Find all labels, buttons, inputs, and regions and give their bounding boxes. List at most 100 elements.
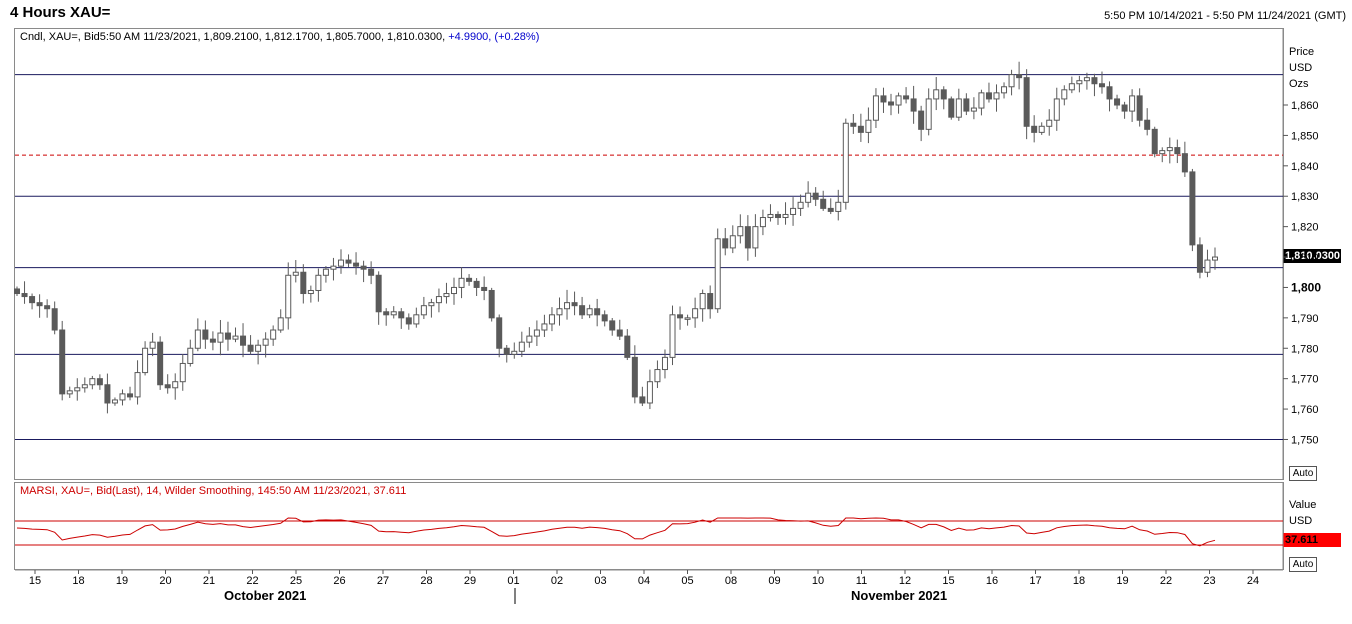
candle-body-up bbox=[315, 274, 322, 291]
candle-body-up bbox=[1008, 74, 1015, 88]
candle-body-down bbox=[1144, 119, 1151, 130]
candle-body-down bbox=[677, 314, 684, 319]
candle-body-up bbox=[699, 293, 706, 310]
candle-body-up bbox=[767, 213, 774, 219]
candle-body-down bbox=[368, 268, 375, 276]
candle-body-up bbox=[217, 332, 224, 343]
price-tick-label: 1,820 bbox=[1291, 222, 1319, 234]
candle-body-down bbox=[918, 110, 925, 130]
candle-body-up bbox=[413, 314, 420, 325]
x-tick-label: 15 bbox=[942, 575, 954, 587]
candle-body-down bbox=[812, 192, 819, 200]
candle-body-down bbox=[127, 393, 134, 398]
candle-body-down bbox=[888, 101, 895, 106]
candle-body-up bbox=[428, 302, 435, 307]
candle-body-up bbox=[1076, 80, 1083, 85]
candle-body-down bbox=[594, 308, 601, 316]
x-tick-label: 29 bbox=[464, 575, 476, 587]
candle-body-down bbox=[481, 286, 488, 291]
candle-body-down bbox=[405, 317, 412, 325]
candle-body-down bbox=[157, 341, 164, 386]
candle-body-down bbox=[722, 238, 729, 249]
candle-body-up bbox=[74, 387, 81, 392]
candle-body-down bbox=[616, 329, 623, 337]
candle-body-down bbox=[985, 92, 992, 100]
price-tick-label: 1,800 bbox=[1291, 280, 1321, 294]
candle-body-up bbox=[782, 213, 789, 219]
x-tick-label: 08 bbox=[725, 575, 737, 587]
candle-body-up bbox=[232, 335, 239, 340]
candle-body-down bbox=[827, 207, 834, 212]
x-tick-label: 20 bbox=[159, 575, 171, 587]
candle-body-up bbox=[1038, 125, 1045, 133]
candle-body-down bbox=[1031, 125, 1038, 133]
candle-body-down bbox=[579, 305, 586, 316]
candle-body-up bbox=[790, 207, 797, 215]
candle-body-up bbox=[187, 347, 194, 364]
candle-body-down bbox=[940, 89, 947, 100]
candle-body-down bbox=[601, 314, 608, 322]
candle-body-down bbox=[224, 332, 231, 340]
candle-body-up bbox=[451, 286, 458, 295]
price-tick-label: 1,850 bbox=[1291, 130, 1319, 142]
rsi-line bbox=[16, 517, 1216, 547]
candle-body-down bbox=[707, 293, 714, 310]
candle-body-down bbox=[1098, 83, 1105, 88]
candle-body-up bbox=[1212, 256, 1218, 261]
candle-body-up bbox=[518, 341, 525, 352]
candle-body-up bbox=[759, 217, 766, 228]
candle-body-down bbox=[880, 95, 887, 103]
x-tick-label: 16 bbox=[986, 575, 998, 587]
candle-body-down bbox=[1174, 147, 1181, 155]
candle-body-up bbox=[1046, 119, 1053, 127]
candle-body-up bbox=[933, 89, 940, 100]
x-tick-label: 01 bbox=[507, 575, 519, 587]
candle-body-down bbox=[488, 289, 495, 319]
candle-body-down bbox=[360, 265, 367, 270]
candle-body-up bbox=[277, 317, 284, 331]
month-label-november: November 2021 bbox=[851, 588, 948, 603]
candle-body-up bbox=[435, 296, 442, 304]
candle-body-down bbox=[624, 335, 631, 358]
candle-body-down bbox=[571, 302, 578, 307]
x-tick-label: 19 bbox=[1116, 575, 1128, 587]
candle-body-down bbox=[375, 274, 382, 313]
candle-body-up bbox=[1129, 95, 1136, 112]
candle-body-up bbox=[89, 378, 96, 386]
price-tick-label: 1,790 bbox=[1291, 313, 1319, 325]
candle-body-up bbox=[533, 329, 540, 337]
x-tick-label: 11 bbox=[856, 575, 867, 587]
candle-body-up bbox=[330, 265, 337, 270]
x-tick-label: 18 bbox=[72, 575, 84, 587]
x-tick-label: 17 bbox=[1029, 575, 1041, 587]
x-tick-label: 21 bbox=[203, 575, 215, 587]
candle-body-down bbox=[164, 384, 171, 389]
candle-body-down bbox=[1106, 86, 1113, 100]
candle-body-down bbox=[466, 277, 473, 282]
candle-body-down bbox=[473, 280, 480, 288]
candle-body-up bbox=[458, 277, 465, 288]
candle-body-down bbox=[300, 271, 307, 295]
x-tick-label: 27 bbox=[377, 575, 389, 587]
chart-canvas[interactable]: 1,750 1,760 1,770 1,780 1,790 1,800 1,810 1,820… bbox=[0, 0, 1352, 624]
candle-body-up bbox=[111, 399, 118, 404]
candle-body-up bbox=[337, 259, 344, 267]
candle-body-up bbox=[669, 314, 676, 358]
candle-body-down bbox=[44, 305, 51, 310]
candle-body-down bbox=[51, 308, 58, 331]
candle-body-down bbox=[1121, 104, 1128, 112]
candle-body-up bbox=[978, 92, 985, 109]
price-tick-label: 1,780 bbox=[1291, 343, 1319, 355]
candle-body-up bbox=[970, 107, 977, 112]
candle-body-up bbox=[586, 308, 593, 316]
x-tick-label: 25 bbox=[290, 575, 302, 587]
candle-body-down bbox=[503, 347, 510, 355]
candle-body-down bbox=[774, 213, 781, 219]
candle-body-up bbox=[654, 369, 661, 383]
price-tick-label: 1,830 bbox=[1291, 191, 1319, 203]
candle-body-up bbox=[865, 119, 872, 133]
candle-body-down bbox=[59, 329, 66, 395]
candle-body-up bbox=[714, 238, 721, 310]
x-tick-label: 12 bbox=[899, 575, 911, 587]
candle-body-up bbox=[142, 347, 149, 374]
